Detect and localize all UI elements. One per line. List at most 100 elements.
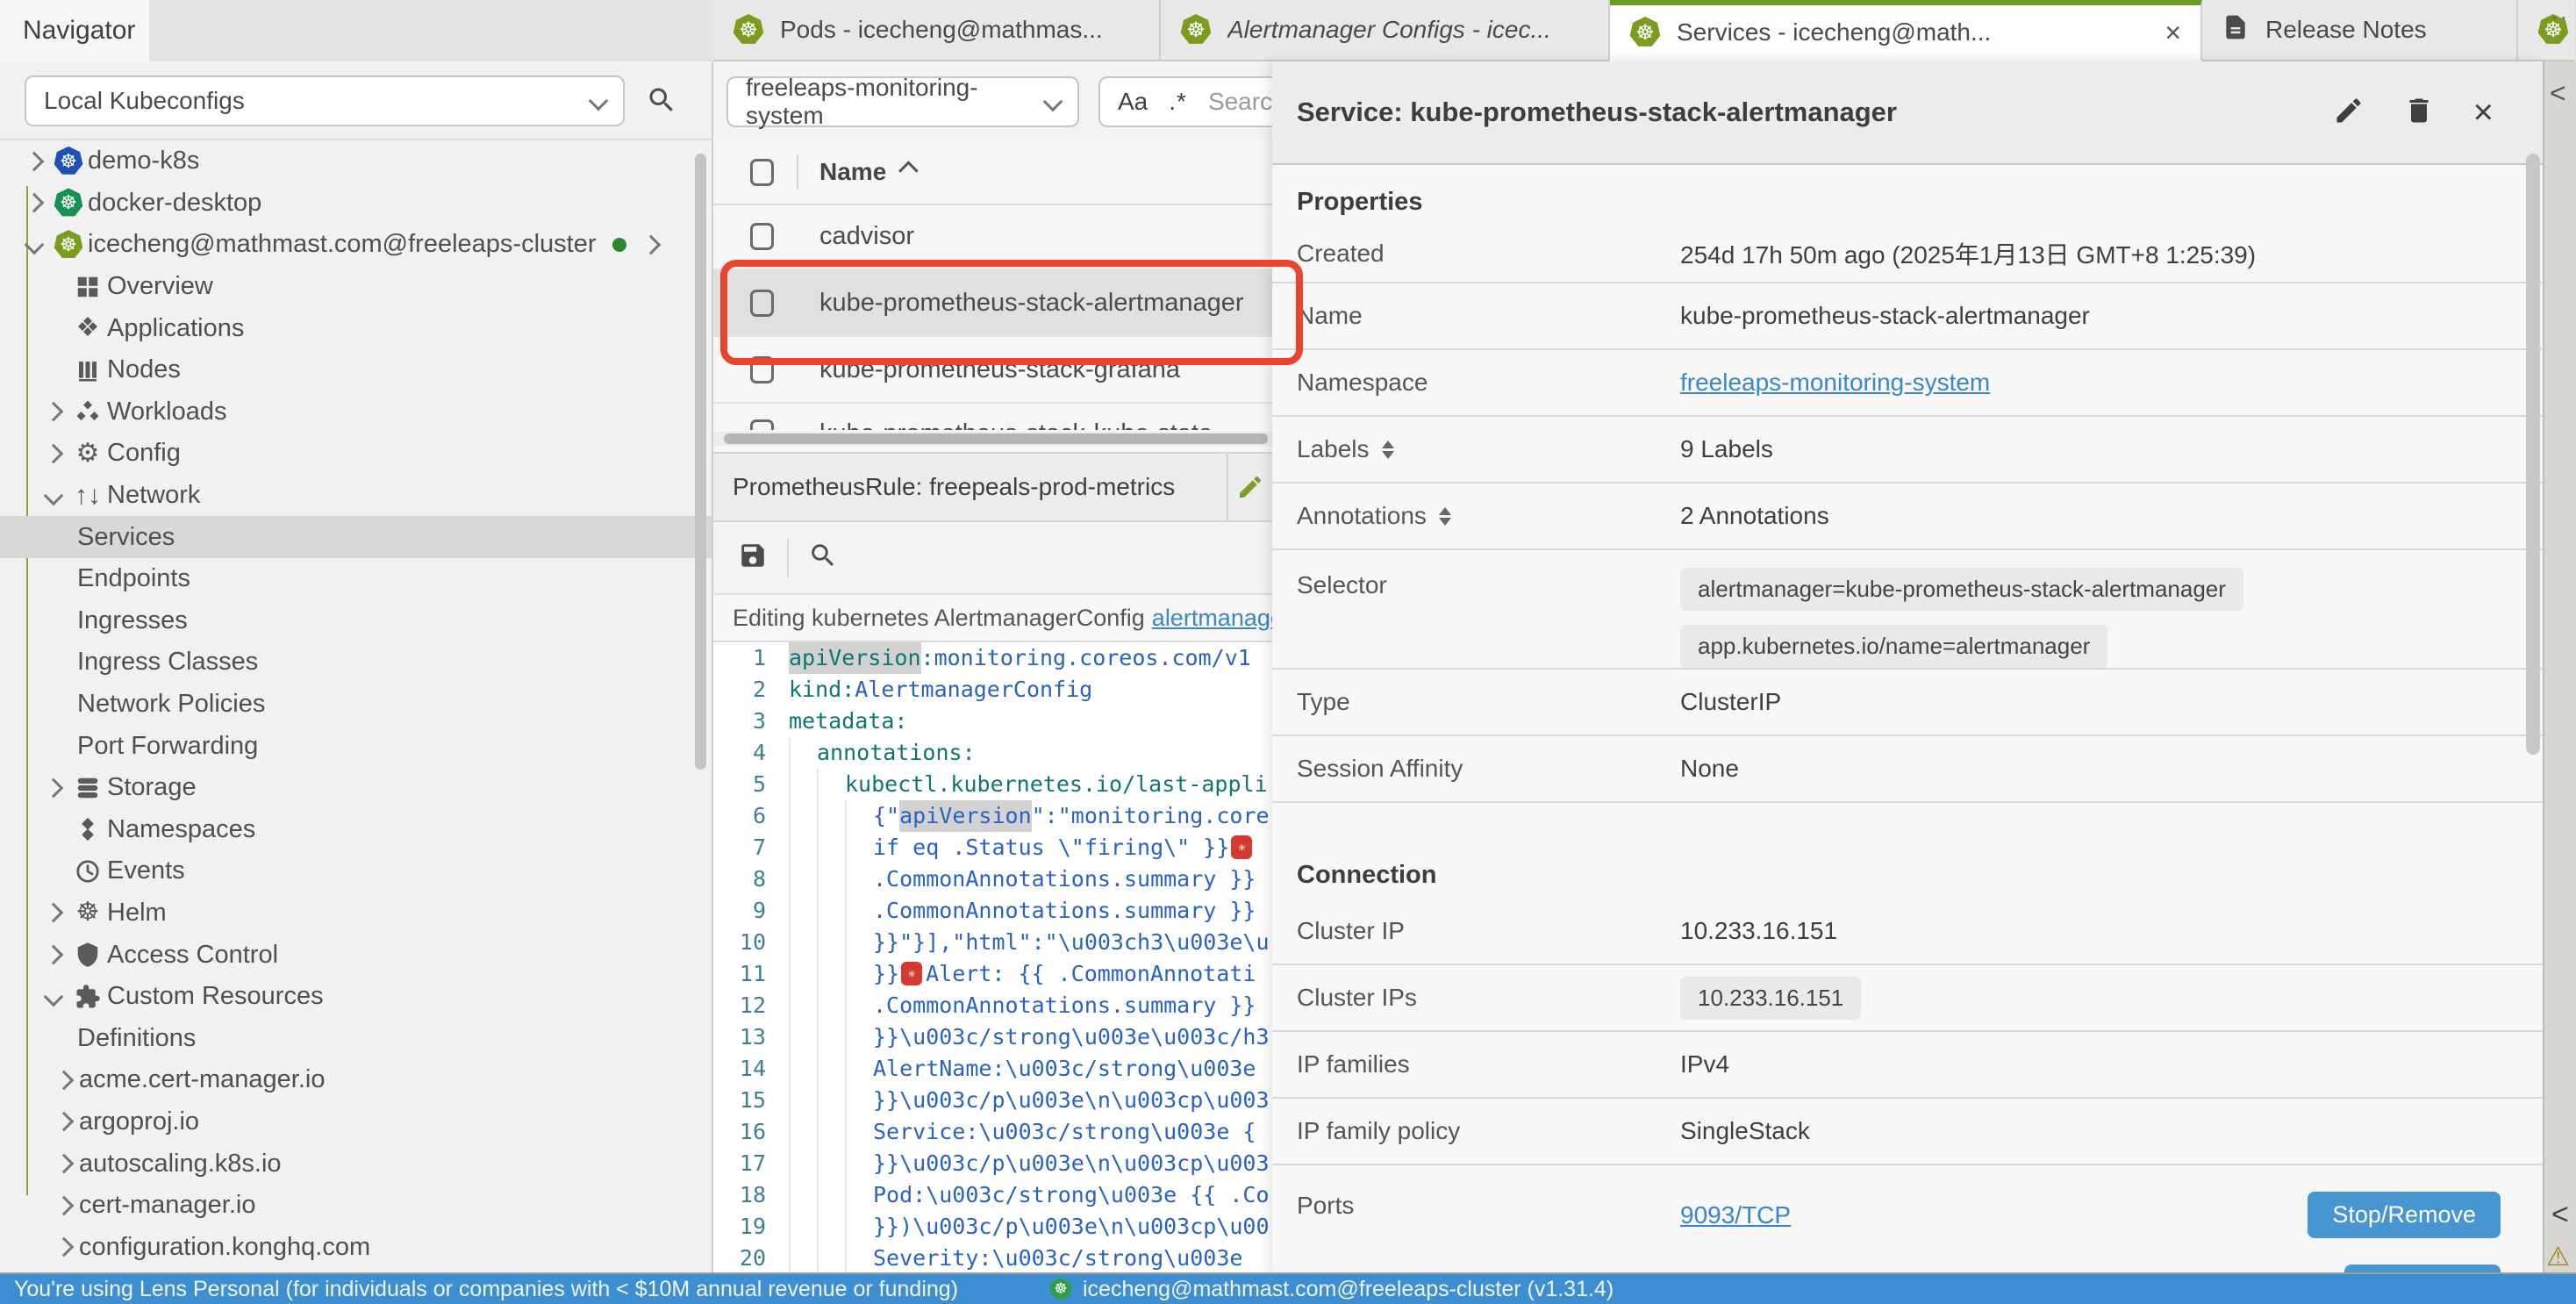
sidebar-item-events[interactable]: Events xyxy=(0,850,712,892)
code-line[interactable]: 11}}✳ Alert: {{ .CommonAnnotati xyxy=(713,958,1272,990)
sidebar-item-ingress-classes[interactable]: Ingress Classes xyxy=(0,641,712,684)
collapse-chevron-icon[interactable]: < xyxy=(2551,1198,2569,1232)
indent-guide xyxy=(817,1116,845,1148)
alertmanager-config-link[interactable]: alertmanager xyxy=(1152,605,1272,632)
code-line[interactable]: 15}}\u003c/p\u003e\n\u003cp\u003 xyxy=(713,1085,1272,1116)
sidebar-item-ingresses[interactable]: Ingresses xyxy=(0,600,712,642)
prometheus-rule-title: PrometheusRule: freepeals-prod-metrics xyxy=(713,473,1227,501)
sidebar-item-icecheng-mathmast-com-freeleaps-cluster[interactable]: ☸icecheng@mathmast.com@freeleaps-cluster xyxy=(0,224,712,266)
sidebar-scrollbar[interactable] xyxy=(695,154,706,770)
edit-service-button[interactable] xyxy=(2333,95,2365,131)
code-line[interactable]: 19}})\u003c/p\u003e\n\u003cp\u00 xyxy=(713,1211,1272,1243)
regex-toggle[interactable]: .* xyxy=(1169,88,1187,116)
kubeconfig-selector[interactable]: Local Kubeconfigs xyxy=(25,75,625,126)
kubernetes-icon: ☸ xyxy=(733,14,764,46)
sidebar-item-cert-manager-io[interactable]: cert-manager.io xyxy=(0,1185,712,1227)
cluster-menu-chevron-icon[interactable] xyxy=(640,235,661,255)
sidebar-item-configuration-konghq-com[interactable]: configuration.konghq.com xyxy=(0,1226,712,1268)
tab-release-notes[interactable]: Release Notes xyxy=(2202,0,2518,61)
sort-toggle-icon[interactable] xyxy=(1439,507,1451,526)
navigator-tab[interactable]: Navigator xyxy=(0,0,149,61)
sort-asc-icon[interactable] xyxy=(898,161,919,181)
tab-alertmanager-configs-icec[interactable]: ☸Alertmanager Configs - icec... xyxy=(1161,0,1610,61)
active-cluster-label[interactable]: icecheng@mathmast.com@freeleaps-cluster … xyxy=(1083,1277,1614,1302)
code-line[interactable]: 6{"apiVersion":"monitoring.core xyxy=(713,800,1272,832)
sidebar-item-helm[interactable]: ☸Helm xyxy=(0,892,712,935)
property-row-session-affinity: Session AffinityNone xyxy=(1272,736,2543,803)
services-search-input[interactable]: Aa .* Search xyxy=(1098,76,1272,127)
close-tab-icon[interactable]: × xyxy=(2165,17,2181,49)
row-checkbox[interactable] xyxy=(750,290,774,317)
sidebar-item-applications[interactable]: ❖Applications xyxy=(0,307,712,349)
chevron-right-icon xyxy=(44,777,64,798)
code-line[interactable]: 5kubectl.kubernetes.io/last-appli xyxy=(713,769,1272,800)
close-panel-icon[interactable]: × xyxy=(2473,97,2494,128)
table-row-kube-prometheus-stack-grafana[interactable]: kube-prometheus-stack-grafana xyxy=(713,337,1272,404)
code-line[interactable]: 1apiVersion: monitoring.coreos.com/v1 xyxy=(713,642,1272,674)
sort-toggle-icon[interactable] xyxy=(1382,441,1394,459)
indent-guide xyxy=(817,1179,845,1211)
chevron-right-icon xyxy=(44,945,64,965)
sidebar-search-icon[interactable] xyxy=(646,84,677,120)
code-line[interactable]: 10}}"}],"html":"\u003ch3\u003e\u xyxy=(713,927,1272,958)
horizontal-scrollbar-thumb[interactable] xyxy=(724,433,1268,444)
code-line[interactable]: 7if eq .Status \"firing\" }}✳ xyxy=(713,832,1272,863)
port-link[interactable]: 9093/TCP xyxy=(1680,1201,1791,1229)
sidebar-item-autoscaling-k8s-io[interactable]: autoscaling.k8s.io xyxy=(0,1143,712,1185)
code-line[interactable]: 17}}\u003c/p\u003e\n\u003cp\u003 xyxy=(713,1148,1272,1179)
port-line: 9093/TCP Stop/Remove xyxy=(1680,1192,2501,1238)
sidebar-item-nodes[interactable]: Nodes xyxy=(0,349,712,391)
stop-remove-button[interactable]: Stop/Remove xyxy=(2308,1192,2501,1238)
tab-pods-icecheng-mathmas[interactable]: ☸Pods - icecheng@mathmas... xyxy=(713,0,1161,61)
select-all-checkbox[interactable] xyxy=(750,159,774,186)
table-row-cadvisor[interactable]: cadvisor xyxy=(713,204,1272,270)
table-row-kube-prometheus-stack-kube-state-metrics[interactable]: kube-prometheus-stack-kube-state-metrics xyxy=(713,404,1272,430)
sidebar-item-definitions[interactable]: Definitions xyxy=(0,1017,712,1059)
sidebar-item-demo-k8s[interactable]: ☸demo-k8s xyxy=(0,140,712,183)
code-line[interactable]: 9.CommonAnnotations.summary }} xyxy=(713,895,1272,927)
property-chips: 10.233.16.151 xyxy=(1680,977,2543,1020)
sidebar-item-workloads[interactable]: Workloads xyxy=(0,391,712,433)
sidebar-item-overview[interactable]: Overview xyxy=(0,266,712,308)
sidebar-item-namespaces[interactable]: Namespaces xyxy=(0,809,712,851)
tab-services-icecheng-math[interactable]: ☸Services - icecheng@math...× xyxy=(1610,0,2202,61)
yaml-editor[interactable]: 1apiVersion: monitoring.coreos.com/v12ki… xyxy=(713,642,1272,1277)
code-line[interactable]: 12.CommonAnnotations.summary }} xyxy=(713,990,1272,1021)
name-column-header[interactable]: Name xyxy=(819,158,886,186)
sidebar-item-acme-cert-manager-io[interactable]: acme.cert-manager.io xyxy=(0,1059,712,1101)
match-case-toggle[interactable]: Aa xyxy=(1118,88,1148,116)
sidebar-item-network-policies[interactable]: Network Policies xyxy=(0,684,712,726)
sidebar-item-access-control[interactable]: Access Control xyxy=(0,934,712,976)
delete-service-button[interactable] xyxy=(2403,95,2435,131)
code-line[interactable]: 20Severity:\u003c/strong\u003e xyxy=(713,1243,1272,1274)
table-row-kube-prometheus-stack-alertmanager[interactable]: kube-prometheus-stack-alertmanager xyxy=(713,270,1272,337)
row-checkbox[interactable] xyxy=(750,223,774,250)
panel-scrollbar[interactable] xyxy=(2526,154,2540,755)
sidebar-item-endpoints[interactable]: Endpoints xyxy=(0,558,712,600)
code-line[interactable]: 8.CommonAnnotations.summary }} xyxy=(713,863,1272,895)
sidebar-item-services[interactable]: Services xyxy=(0,516,712,558)
code-line[interactable]: 2kind: AlertmanagerConfig xyxy=(713,674,1272,706)
sidebar-item-config[interactable]: ⚙Config xyxy=(0,433,712,475)
sidebar-item-storage[interactable]: Storage xyxy=(0,767,712,809)
namespace-link[interactable]: freeleaps-monitoring-system xyxy=(1680,369,1990,396)
namespace-filter-dropdown[interactable]: freeleaps-monitoring-system xyxy=(726,76,1079,127)
collapse-chevron-icon[interactable]: < xyxy=(2550,77,2566,110)
sidebar-item-custom-resources[interactable]: Custom Resources xyxy=(0,976,712,1018)
puzzle-icon xyxy=(68,984,107,1010)
save-button[interactable] xyxy=(738,541,768,575)
code-line[interactable]: 4annotations: xyxy=(713,737,1272,769)
code-line[interactable]: 3metadata: xyxy=(713,706,1272,737)
editor-search-button[interactable] xyxy=(808,541,838,575)
row-checkbox[interactable] xyxy=(750,356,774,383)
code-line[interactable]: 16Service:\u003c/strong\u003e { xyxy=(713,1116,1272,1148)
code-line[interactable]: 13}}\u003c/strong\u003e\u003c/h3 xyxy=(713,1021,1272,1053)
sidebar-item-docker-desktop[interactable]: ☸docker-desktop xyxy=(0,183,712,225)
code-line[interactable]: 14AlertName:\u003c/strong\u003e xyxy=(713,1053,1272,1085)
sidebar-item-argoproj-io[interactable]: argoproj.io xyxy=(0,1101,712,1143)
edit-rule-button[interactable] xyxy=(1227,454,1272,520)
sidebar-item-port-forwarding[interactable]: Port Forwarding xyxy=(0,725,712,767)
row-checkbox[interactable] xyxy=(750,419,774,430)
code-line[interactable]: 18Pod:\u003c/strong\u003e {{ .Co xyxy=(713,1179,1272,1211)
sidebar-item-network[interactable]: ↑↓Network xyxy=(0,475,712,517)
